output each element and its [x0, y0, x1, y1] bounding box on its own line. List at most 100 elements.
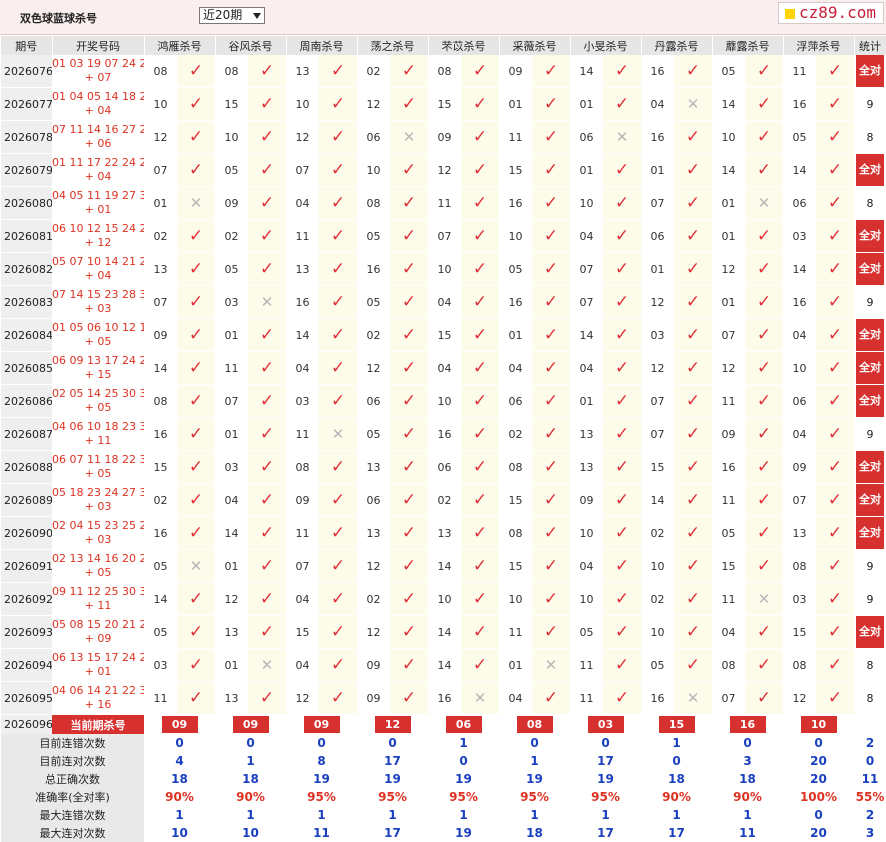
- stat-cell: 9: [854, 582, 886, 616]
- issue-cell: 2026076: [1, 55, 52, 88]
- check-icon: ✓: [259, 457, 275, 477]
- kill-number: 07: [641, 186, 674, 220]
- draw-numbers: 01 04 05 14 18 25 + 04: [52, 87, 144, 121]
- result-cell: ✓: [532, 483, 570, 517]
- stat-cell: 9: [854, 549, 886, 583]
- blue-ball: + 03: [84, 302, 112, 315]
- result-cell: ✓: [461, 87, 499, 121]
- kill-number: 12: [357, 87, 390, 121]
- result-cell: ✓: [745, 120, 783, 154]
- kill-number: 08: [428, 55, 461, 88]
- check-icon: ✓: [756, 457, 772, 477]
- kill-number: 07: [144, 285, 177, 319]
- check-icon: ✓: [472, 391, 488, 411]
- kill-number: 13: [215, 615, 248, 649]
- kill-number: 07: [712, 681, 745, 715]
- result-cell: ✓: [816, 516, 854, 550]
- kill-number: 02: [144, 483, 177, 517]
- check-icon: ✓: [472, 358, 488, 378]
- result-cell: ✓: [603, 483, 641, 517]
- current-row: 2026096 当前期杀号 09 09 09 12 06 08 03 15 16 10: [1, 714, 886, 735]
- summary-value: 95%: [449, 790, 478, 804]
- check-icon: ✓: [472, 259, 488, 279]
- result-cell: ✓: [532, 384, 570, 418]
- summary-value: 95%: [591, 790, 620, 804]
- period-select[interactable]: 近20期: [199, 7, 265, 24]
- kill-number: 15: [712, 549, 745, 583]
- draw-numbers: 05 07 10 14 21 28 + 04: [52, 252, 144, 286]
- kill-number: 01: [570, 153, 603, 187]
- check-icon: ✓: [259, 391, 275, 411]
- issue-cell: 2026093: [1, 615, 52, 649]
- summary-value: 1: [672, 808, 681, 822]
- issue-cell: 2026080: [1, 186, 52, 220]
- all-correct-badge: 全对: [856, 451, 884, 483]
- result-cell: ✓: [674, 285, 712, 319]
- kill-number: 04: [215, 483, 248, 517]
- kill-number: 10: [570, 582, 603, 616]
- current-kill: 09: [215, 715, 286, 735]
- kill-number: 13: [570, 450, 603, 484]
- summary-value: 19: [313, 772, 330, 786]
- kill-number: 08: [357, 186, 390, 220]
- result-cell: ✓: [248, 615, 286, 649]
- result-cell: ✓: [816, 582, 854, 616]
- kill-number: 03: [783, 582, 816, 616]
- result-cell: ✓: [461, 120, 499, 154]
- cross-icon: ✕: [260, 656, 274, 674]
- result-cell: ✓: [248, 153, 286, 187]
- result-cell: ✓: [461, 318, 499, 352]
- check-icon: ✓: [827, 523, 843, 543]
- result-cell: ✓: [816, 186, 854, 220]
- kill-number: 05: [357, 285, 390, 319]
- check-icon: ✓: [330, 160, 346, 180]
- blue-ball: + 04: [84, 104, 112, 117]
- check-icon: ✓: [827, 292, 843, 312]
- result-cell: ✓: [248, 87, 286, 121]
- result-cell: ✓: [603, 681, 641, 715]
- result-cell: ✓: [177, 153, 215, 187]
- check-icon: ✓: [188, 94, 204, 114]
- summary-value: 0: [388, 736, 397, 750]
- cross-icon: ✕: [473, 689, 487, 707]
- result-cell: ✓: [461, 450, 499, 484]
- result-cell: ✓: [319, 615, 357, 649]
- summary-value: 20: [810, 826, 827, 840]
- result-cell: ✓: [248, 516, 286, 550]
- kill-number: 05: [570, 615, 603, 649]
- correct-count: 9: [866, 295, 874, 309]
- check-icon: ✓: [543, 325, 559, 345]
- summary-value: 1: [459, 808, 468, 822]
- stat-cell: 全对: [854, 55, 886, 88]
- cross-icon: ✕: [189, 194, 203, 212]
- table-row: 2026076 01 03 19 07 24 25 + 07 08 ✓ 08 ✓ 13 ✓ 02 ✓…: [1, 55, 886, 88]
- red-balls: 06 07 11 18 22 33: [52, 453, 144, 466]
- check-icon: ✓: [543, 457, 559, 477]
- kill-number: 16: [499, 285, 532, 319]
- table-row: 2026090 02 04 15 23 25 27 + 03 16 ✓ 14 ✓ 11 ✓ 13 ✓…: [1, 516, 886, 550]
- check-icon: ✓: [756, 490, 772, 510]
- current-kill-number: 16: [729, 716, 766, 733]
- stat-cell: 全对: [854, 351, 886, 385]
- result-cell: ✓: [248, 186, 286, 220]
- stat-cell: 8: [854, 120, 886, 154]
- kill-number: 16: [641, 681, 674, 715]
- result-cell: ✓: [177, 483, 215, 517]
- result-cell: ✓: [248, 549, 286, 583]
- kill-number: 05: [499, 252, 532, 286]
- kill-number: 10: [499, 582, 532, 616]
- summary-row: 目前连对次数 4 1 8 17 0 1 17 0 3 20 0: [1, 752, 886, 770]
- current-kill: 12: [357, 715, 428, 735]
- result-cell: ✓: [816, 153, 854, 187]
- check-icon: ✓: [685, 490, 701, 510]
- check-icon: ✓: [756, 556, 772, 576]
- check-icon: ✓: [472, 655, 488, 675]
- site-logo[interactable]: cz89.com: [778, 2, 884, 24]
- check-icon: ✓: [614, 226, 630, 246]
- check-icon: ✓: [543, 490, 559, 510]
- kill-number: 04: [428, 285, 461, 319]
- red-balls: 04 06 10 18 23 31: [52, 420, 144, 433]
- top-bar: 双色球蓝球杀号 近20期 cz89.com: [0, 0, 886, 35]
- kill-number: 05: [215, 153, 248, 187]
- result-cell: ✓: [745, 549, 783, 583]
